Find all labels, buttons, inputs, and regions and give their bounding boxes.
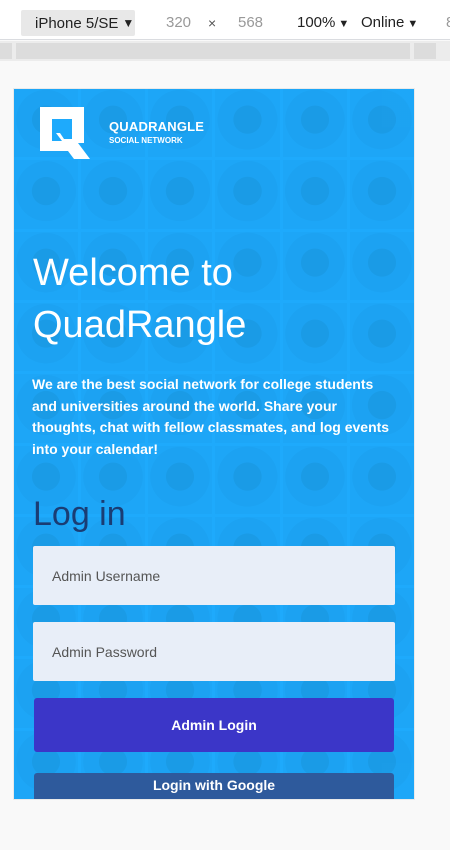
caret-down-icon: ▼ <box>338 18 350 30</box>
brand[interactable]: QUADRANGLE SOCIAL NETWORK <box>32 103 204 163</box>
device-label: iPhone 5/SE <box>35 14 119 32</box>
network-label: Online <box>361 14 405 31</box>
welcome-heading: Welcome to QuadRangle <box>33 252 247 346</box>
admin-password-input[interactable] <box>33 622 395 681</box>
login-heading: Log in <box>33 495 126 533</box>
ruler-segment[interactable] <box>0 43 12 59</box>
more-options[interactable]: 8 <box>446 14 450 31</box>
device-select[interactable]: iPhone 5/SE ▼ <box>21 10 135 36</box>
google-login-button[interactable]: Login with Google <box>34 773 394 799</box>
viewport-height[interactable]: 568 <box>238 14 263 31</box>
viewport-width[interactable]: 320 <box>166 14 191 31</box>
quadrangle-logo-icon <box>40 107 90 159</box>
zoom-select[interactable]: 100% ▼ <box>297 14 349 31</box>
ruler-segment[interactable] <box>414 43 436 59</box>
admin-username-input[interactable] <box>33 546 395 605</box>
network-select[interactable]: Online ▼ <box>361 14 418 31</box>
brand-subtitle: SOCIAL NETWORK <box>109 136 183 145</box>
times-icon: × <box>208 15 217 31</box>
device-viewport: QUADRANGLE SOCIAL NETWORK Welcome to Qua… <box>14 89 414 799</box>
intro-text: We are the best social network for colle… <box>32 376 390 457</box>
devtools-toolbar: iPhone 5/SE ▼ 320 × 568 100%▼ Online▼ 8 <box>0 0 450 40</box>
ruler-segment[interactable] <box>16 43 410 59</box>
brand-name: QUADRANGLE <box>109 119 205 134</box>
media-query-ruler[interactable] <box>0 41 450 61</box>
zoom-label: 100% <box>297 14 336 31</box>
caret-down-icon: ▼ <box>122 16 135 30</box>
caret-down-icon: ▼ <box>407 18 419 30</box>
admin-login-button[interactable]: Admin Login <box>34 698 394 752</box>
